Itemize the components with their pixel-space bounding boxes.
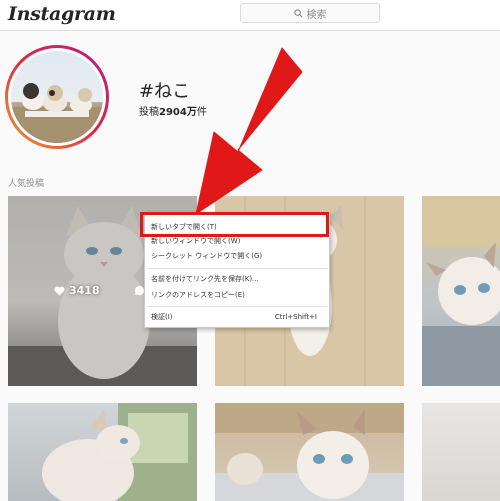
comment-icon <box>134 285 144 296</box>
instagram-logo[interactable]: Instagram <box>8 3 116 25</box>
like-count: 3418 <box>69 284 100 297</box>
search-box[interactable]: 検索 <box>240 3 380 23</box>
post-count: 投稿2904万件 <box>139 107 207 118</box>
inspect-shortcut: Ctrl+Shift+I <box>274 313 317 321</box>
highlight-box <box>140 212 329 237</box>
menu-separator <box>147 268 327 269</box>
avatar-photo <box>11 51 103 143</box>
menu-item-open-new-window[interactable]: 新しいウィンドウで開く(W) <box>151 236 325 247</box>
post-thumbnail[interactable] <box>215 403 404 501</box>
top-posts-heading: 人気投稿 <box>8 179 45 189</box>
post-thumbnail[interactable] <box>422 403 500 501</box>
top-nav-bar: Instagram 検索 <box>0 0 500 31</box>
hashtag-title: #ねこ <box>139 81 191 102</box>
menu-item-copy-link-address[interactable]: リンクのアドレスをコピー(E) <box>151 290 325 301</box>
menu-item-inspect[interactable]: 検証(I) Ctrl+Shift+I <box>151 312 325 323</box>
hashtag-avatar[interactable] <box>5 45 109 149</box>
menu-separator <box>147 306 327 307</box>
post-thumbnail[interactable] <box>8 403 197 501</box>
menu-item-save-link-as[interactable]: 名前を付けてリンク先を保存(K)... <box>151 274 325 285</box>
post-thumbnail[interactable] <box>422 196 500 386</box>
menu-item-open-incognito[interactable]: シークレット ウィンドウで開く(G) <box>151 251 325 262</box>
heart-icon <box>54 286 65 296</box>
search-icon <box>293 8 302 17</box>
search-placeholder: 検索 <box>306 9 327 21</box>
